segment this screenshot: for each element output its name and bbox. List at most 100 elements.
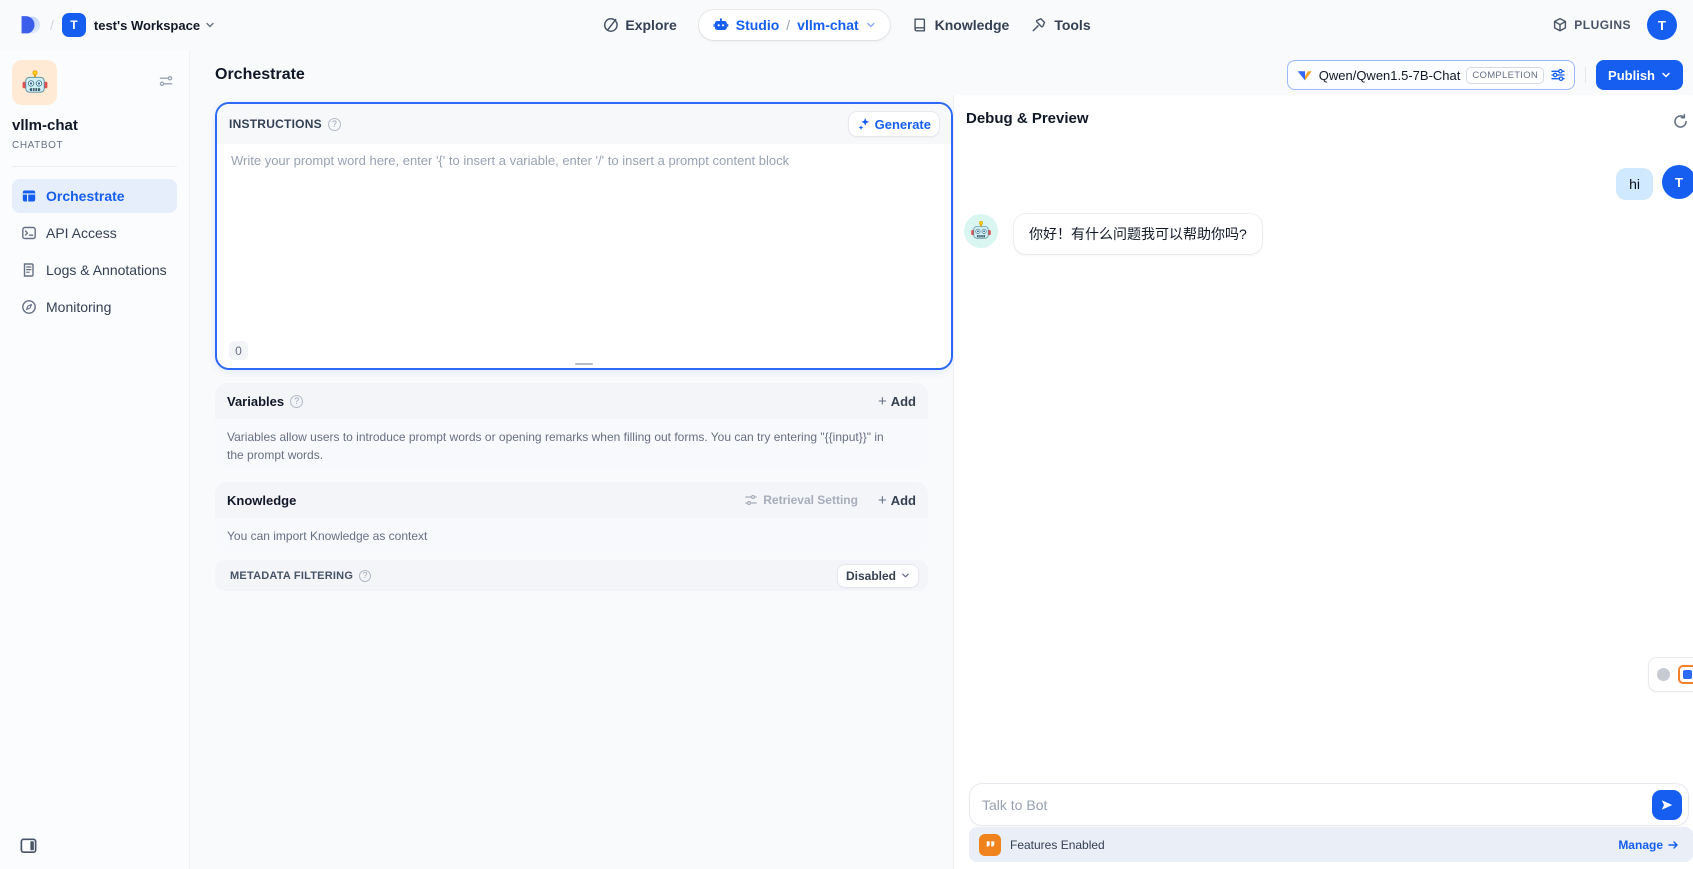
hammer-icon (1031, 17, 1047, 33)
sidebar-item-label: Monitoring (46, 299, 111, 315)
bot-message-bubble: 你好！有什么问题我可以帮助你吗? (1014, 214, 1262, 254)
collapse-sidebar-icon[interactable] (19, 836, 38, 860)
knowledge-header-actions: Retrieval Setting + Add (744, 493, 916, 508)
features-label: Features Enabled (1010, 838, 1105, 852)
knowledge-header: Knowledge Retrieval Setting + Add (215, 482, 928, 518)
model-settings-icon[interactable] (1550, 67, 1566, 83)
floating-widget[interactable] (1649, 658, 1693, 691)
manage-label: Manage (1618, 838, 1663, 852)
sidebar-item-orchestrate[interactable]: Orchestrate (12, 179, 177, 213)
add-label: Add (891, 394, 916, 409)
top-nav: Explore Studio / vllm-chat Knowledge Too… (602, 0, 1090, 50)
add-variable-button[interactable]: + Add (878, 394, 916, 409)
toolbar-divider (1585, 67, 1586, 83)
variables-header: Variables ? + Add (215, 383, 928, 419)
nav-studio-pill[interactable]: Studio / vllm-chat (699, 10, 890, 40)
generate-label: Generate (875, 117, 931, 132)
plus-icon: + (878, 493, 887, 508)
publish-label: Publish (1608, 68, 1655, 83)
sidebar-item-api-access[interactable]: API Access (12, 216, 177, 250)
sidebar-item-logs-annotations[interactable]: Logs & Annotations (12, 253, 177, 287)
plus-icon: + (878, 394, 887, 409)
document-icon (21, 262, 37, 278)
knowledge-panel: Knowledge Retrieval Setting + Add You ca… (215, 482, 928, 553)
knowledge-body: You can import Knowledge as context (215, 518, 928, 553)
knowledge-title: Knowledge (227, 493, 296, 508)
model-selector[interactable]: Qwen/Qwen1.5-7B-Chat COMPLETION (1287, 60, 1575, 90)
features-icon (979, 834, 1001, 856)
plugins-button[interactable]: PLUGINS (1552, 17, 1631, 33)
nav-explore[interactable]: Explore (602, 17, 676, 33)
explore-icon (602, 17, 618, 33)
metadata-state-dropdown[interactable]: Disabled (838, 565, 918, 587)
send-button[interactable] (1652, 790, 1682, 820)
variables-description: Variables allow users to introduce promp… (227, 428, 892, 464)
plugins-label: PLUGINS (1574, 18, 1631, 32)
dify-app-window: / T test's Workspace Explore Studio / vl… (0, 0, 1693, 869)
model-mode-badge: COMPLETION (1466, 67, 1544, 84)
app-type-badge: CHATBOT (12, 140, 177, 151)
sidebar-app-name: vllm-chat (12, 117, 177, 134)
top-bar-left: / T test's Workspace (16, 12, 215, 38)
nav-separator: / (786, 17, 790, 33)
nav-knowledge[interactable]: Knowledge (912, 17, 1010, 33)
help-icon[interactable]: ? (359, 570, 371, 582)
user-message-avatar: T (1662, 165, 1693, 199)
nav-tools[interactable]: Tools (1031, 17, 1090, 33)
debug-preview-title: Debug & Preview (966, 110, 1089, 127)
nav-studio-label: Studio (736, 17, 780, 33)
sparkles-icon (857, 117, 871, 131)
app-settings-icon[interactable] (159, 74, 173, 88)
knowledge-description: You can import Knowledge as context (227, 527, 916, 545)
paper-plane-icon (1660, 798, 1674, 812)
sidebar-nav: Orchestrate API Access Logs & Annotation… (12, 179, 177, 324)
add-knowledge-button[interactable]: + Add (878, 493, 916, 508)
bot-avatar (964, 214, 998, 248)
dify-logo[interactable] (16, 12, 42, 38)
workspace-avatar: T (62, 13, 86, 37)
retrieval-setting-label: Retrieval Setting (763, 493, 858, 507)
vllm-logo-icon (1296, 67, 1313, 84)
workspace-switcher[interactable]: test's Workspace (94, 18, 215, 33)
features-bar: Features Enabled Manage (969, 827, 1693, 862)
widget-brand-icon (1678, 665, 1693, 684)
manage-features-link[interactable]: Manage (1618, 838, 1679, 852)
widget-dot-icon (1657, 668, 1670, 681)
page-title: Orchestrate (215, 66, 305, 84)
robot-emoji-icon (21, 69, 49, 97)
user-avatar[interactable]: T (1647, 10, 1677, 40)
nav-tools-label: Tools (1054, 17, 1090, 33)
chat-input-bar (970, 784, 1688, 825)
sidebar-item-monitoring[interactable]: Monitoring (12, 290, 177, 324)
variables-panel: Variables ? + Add Variables allow users … (215, 383, 928, 469)
model-name: Qwen/Qwen1.5-7B-Chat (1319, 68, 1461, 83)
robot-emoji-icon (970, 220, 992, 242)
prompt-input[interactable] (217, 144, 951, 334)
instructions-title: INSTRUCTIONS (229, 117, 322, 131)
gauge-icon (21, 299, 37, 315)
publish-button[interactable]: Publish (1596, 60, 1683, 90)
variables-body: Variables allow users to introduce promp… (215, 419, 928, 469)
help-icon[interactable]: ? (290, 395, 303, 408)
resize-handle[interactable] (575, 363, 593, 365)
restart-conversation-icon[interactable] (1672, 113, 1689, 135)
help-icon[interactable]: ? (328, 118, 341, 131)
retrieval-setting-button[interactable]: Retrieval Setting (744, 493, 858, 507)
nav-current-app: vllm-chat (797, 17, 858, 33)
workspace-name: test's Workspace (94, 18, 200, 33)
app-sidebar: vllm-chat CHATBOT Orchestrate API Access (0, 50, 190, 869)
chevron-down-icon (901, 571, 910, 580)
debug-preview-panel: Debug & Preview hi T (953, 95, 1693, 869)
orchestrate-icon (21, 188, 37, 204)
robot-icon (713, 17, 729, 33)
app-icon (12, 60, 57, 105)
top-bar: / T test's Workspace Explore Studio / vl… (0, 0, 1693, 50)
metadata-title: METADATA FILTERING (230, 570, 353, 582)
generate-button[interactable]: Generate (849, 112, 939, 136)
sidebar-item-label: Orchestrate (46, 188, 125, 204)
chat-input[interactable] (982, 797, 1652, 813)
page-toolbar: Orchestrate Qwen/Qwen1.5-7B-Chat COMPLET… (190, 50, 1693, 100)
chat-message-user: hi T (1616, 165, 1693, 200)
sidebar-item-label: API Access (46, 225, 117, 241)
terminal-icon (21, 225, 37, 241)
